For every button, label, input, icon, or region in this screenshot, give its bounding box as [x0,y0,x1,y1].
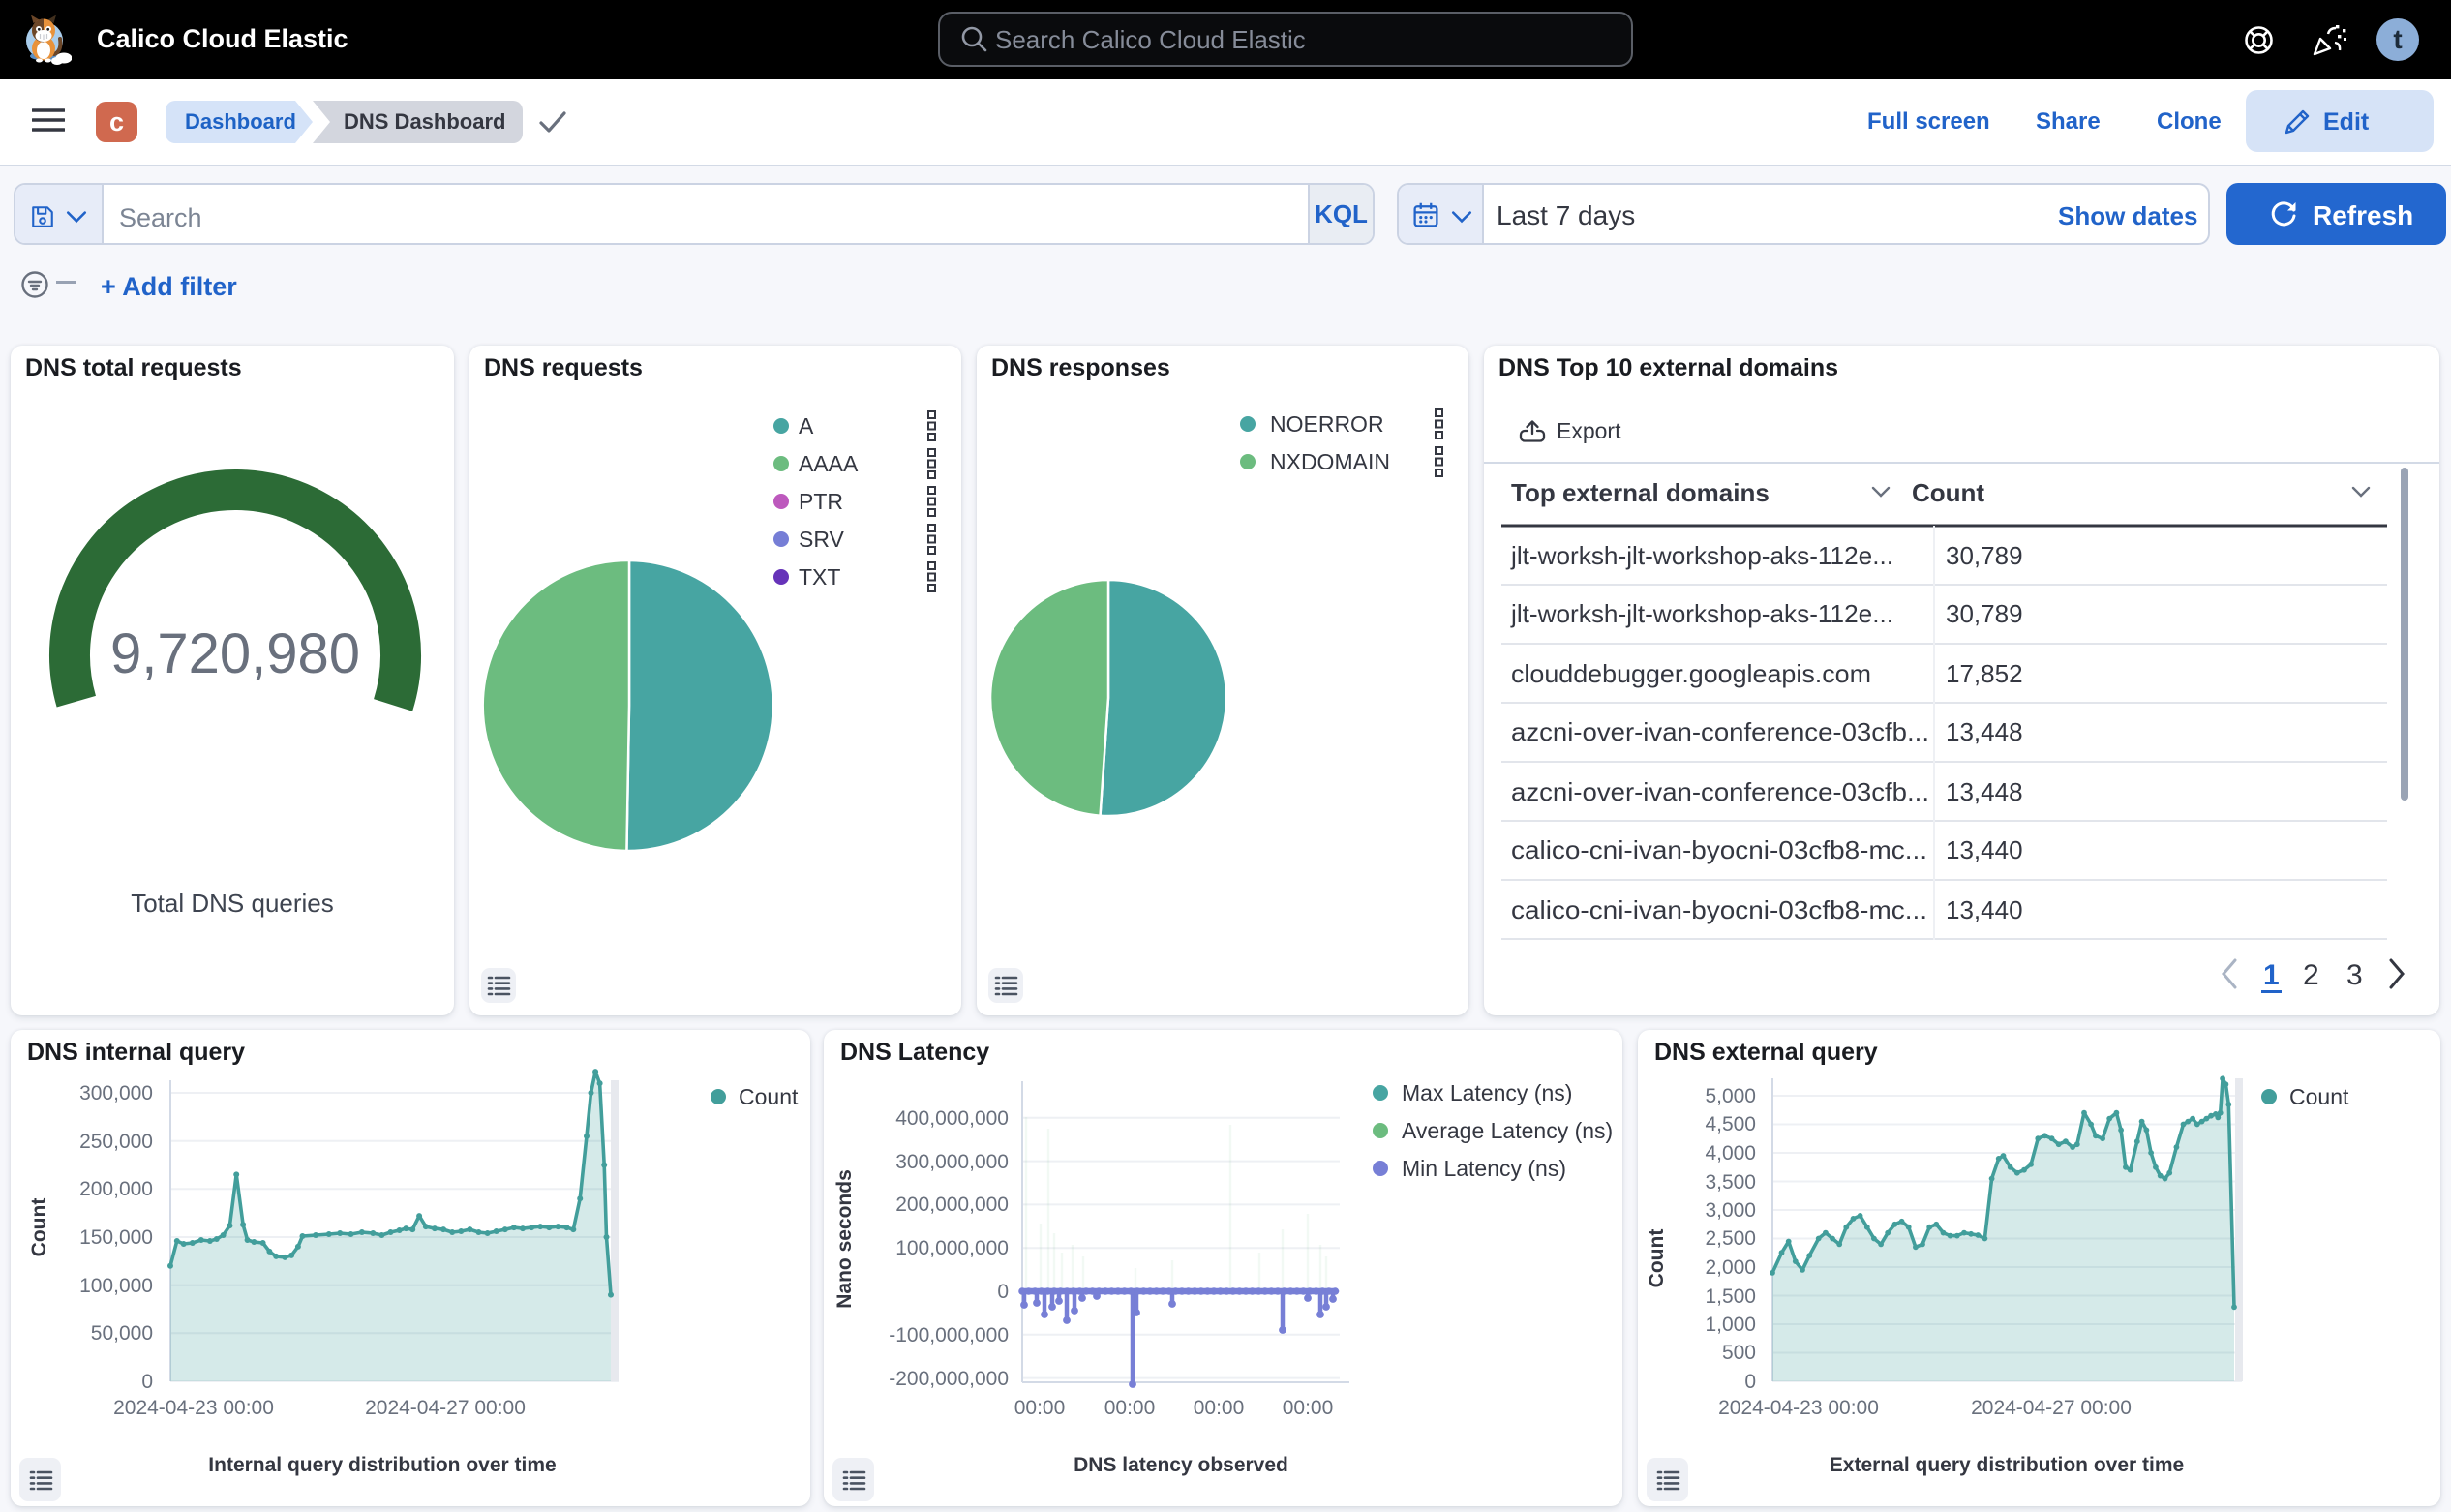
svg-text:00:00: 00:00 [1014,1397,1066,1419]
svg-text:External query distribution ov: External query distribution over time [1830,1454,2184,1476]
svg-text:200,000,000: 200,000,000 [895,1194,1009,1216]
svg-text:13,448: 13,448 [1946,777,2023,806]
svg-text:2024-04-23 00:00: 2024-04-23 00:00 [113,1397,274,1419]
svg-text:Min Latency (ns): Min Latency (ns) [1402,1156,1566,1181]
svg-text:3: 3 [2346,959,2363,991]
svg-text:DNS latency observed: DNS latency observed [1074,1454,1288,1476]
svg-text:00:00: 00:00 [1283,1397,1334,1419]
svg-text:2,500: 2,500 [1705,1227,1756,1250]
svg-text:50,000: 50,000 [91,1322,153,1345]
svg-text:calico-cni-ivan-byocni-03cfb8-: calico-cni-ivan-byocni-03cfb8-mc... [1511,895,1927,924]
svg-text:Total DNS queries: Total DNS queries [131,889,334,918]
svg-text:PTR: PTR [799,489,843,514]
svg-text:150,000: 150,000 [79,1226,153,1249]
svg-text:Export: Export [1557,418,1621,443]
svg-text:13,440: 13,440 [1946,835,2023,864]
svg-text:5,000: 5,000 [1705,1085,1756,1107]
svg-text:17,852: 17,852 [1946,659,2023,688]
svg-text:100,000,000: 100,000,000 [895,1237,1009,1259]
svg-text:2024-04-27 00:00: 2024-04-27 00:00 [1971,1397,2132,1419]
svg-text:13,440: 13,440 [1946,895,2023,924]
svg-text:Max Latency (ns): Max Latency (ns) [1402,1080,1572,1105]
svg-text:azcni-over-ivan-conference-03c: azcni-over-ivan-conference-03cfb... [1511,717,1929,746]
svg-text:0: 0 [997,1281,1009,1303]
svg-text:Count: Count [2289,1084,2349,1109]
svg-text:500: 500 [1722,1342,1756,1364]
svg-text:-200,000,000: -200,000,000 [889,1368,1009,1390]
svg-text:TXT: TXT [799,564,840,590]
svg-text:200,000: 200,000 [79,1178,153,1200]
svg-text:-100,000,000: -100,000,000 [889,1324,1009,1346]
svg-text:0: 0 [1744,1371,1756,1393]
svg-text:Count: Count [1912,478,1984,507]
svg-text:Count: Count [28,1198,50,1257]
svg-text:3,000: 3,000 [1705,1199,1756,1222]
svg-text:azcni-over-ivan-conference-03c: azcni-over-ivan-conference-03cfb... [1511,777,1929,806]
svg-text:Count: Count [1646,1229,1668,1288]
svg-text:clouddebugger.googleapis.com: clouddebugger.googleapis.com [1511,659,1871,688]
svg-text:2,000: 2,000 [1705,1256,1756,1279]
svg-text:300,000,000: 300,000,000 [895,1151,1009,1173]
svg-text:30,789: 30,789 [1946,599,2023,628]
svg-text:SRV: SRV [799,527,845,552]
svg-text:100,000: 100,000 [79,1275,153,1297]
svg-text:1,500: 1,500 [1705,1285,1756,1308]
svg-text:300,000: 300,000 [79,1082,153,1104]
svg-text:250,000: 250,000 [79,1131,153,1153]
svg-text:2024-04-27 00:00: 2024-04-27 00:00 [365,1397,526,1419]
svg-text:AAAA: AAAA [799,451,859,476]
svg-text:400,000,000: 400,000,000 [895,1107,1009,1130]
svg-text:Count: Count [739,1084,799,1109]
svg-text:2: 2 [2303,959,2319,991]
svg-text:30,789: 30,789 [1946,541,2023,570]
svg-text:2024-04-23 00:00: 2024-04-23 00:00 [1718,1397,1879,1419]
svg-text:Nano seconds: Nano seconds [833,1169,856,1309]
svg-text:NOERROR: NOERROR [1270,411,1384,437]
svg-text:NXDOMAIN: NXDOMAIN [1270,449,1390,474]
svg-text:calico-cni-ivan-byocni-03cfb8-: calico-cni-ivan-byocni-03cfb8-mc... [1511,835,1927,864]
svg-text:0: 0 [141,1371,153,1393]
svg-text:9,720,980: 9,720,980 [110,622,360,685]
svg-text:4,000: 4,000 [1705,1142,1756,1164]
svg-text:A: A [799,413,814,438]
svg-text:1: 1 [2263,959,2280,991]
svg-text:jlt-worksh-jlt-workshop-aks-11: jlt-worksh-jlt-workshop-aks-112e... [1510,599,1893,628]
svg-text:00:00: 00:00 [1104,1397,1156,1419]
svg-text:00:00: 00:00 [1194,1397,1245,1419]
svg-text:1,000: 1,000 [1705,1314,1756,1336]
svg-text:13,448: 13,448 [1946,717,2023,746]
svg-text:Top external domains: Top external domains [1511,478,1770,507]
svg-text:jlt-worksh-jlt-workshop-aks-11: jlt-worksh-jlt-workshop-aks-112e... [1510,541,1893,570]
svg-text:3,500: 3,500 [1705,1171,1756,1194]
svg-text:4,500: 4,500 [1705,1113,1756,1135]
svg-text:Internal query distribution ov: Internal query distribution over time [208,1454,556,1476]
svg-text:Average Latency (ns): Average Latency (ns) [1402,1118,1613,1143]
